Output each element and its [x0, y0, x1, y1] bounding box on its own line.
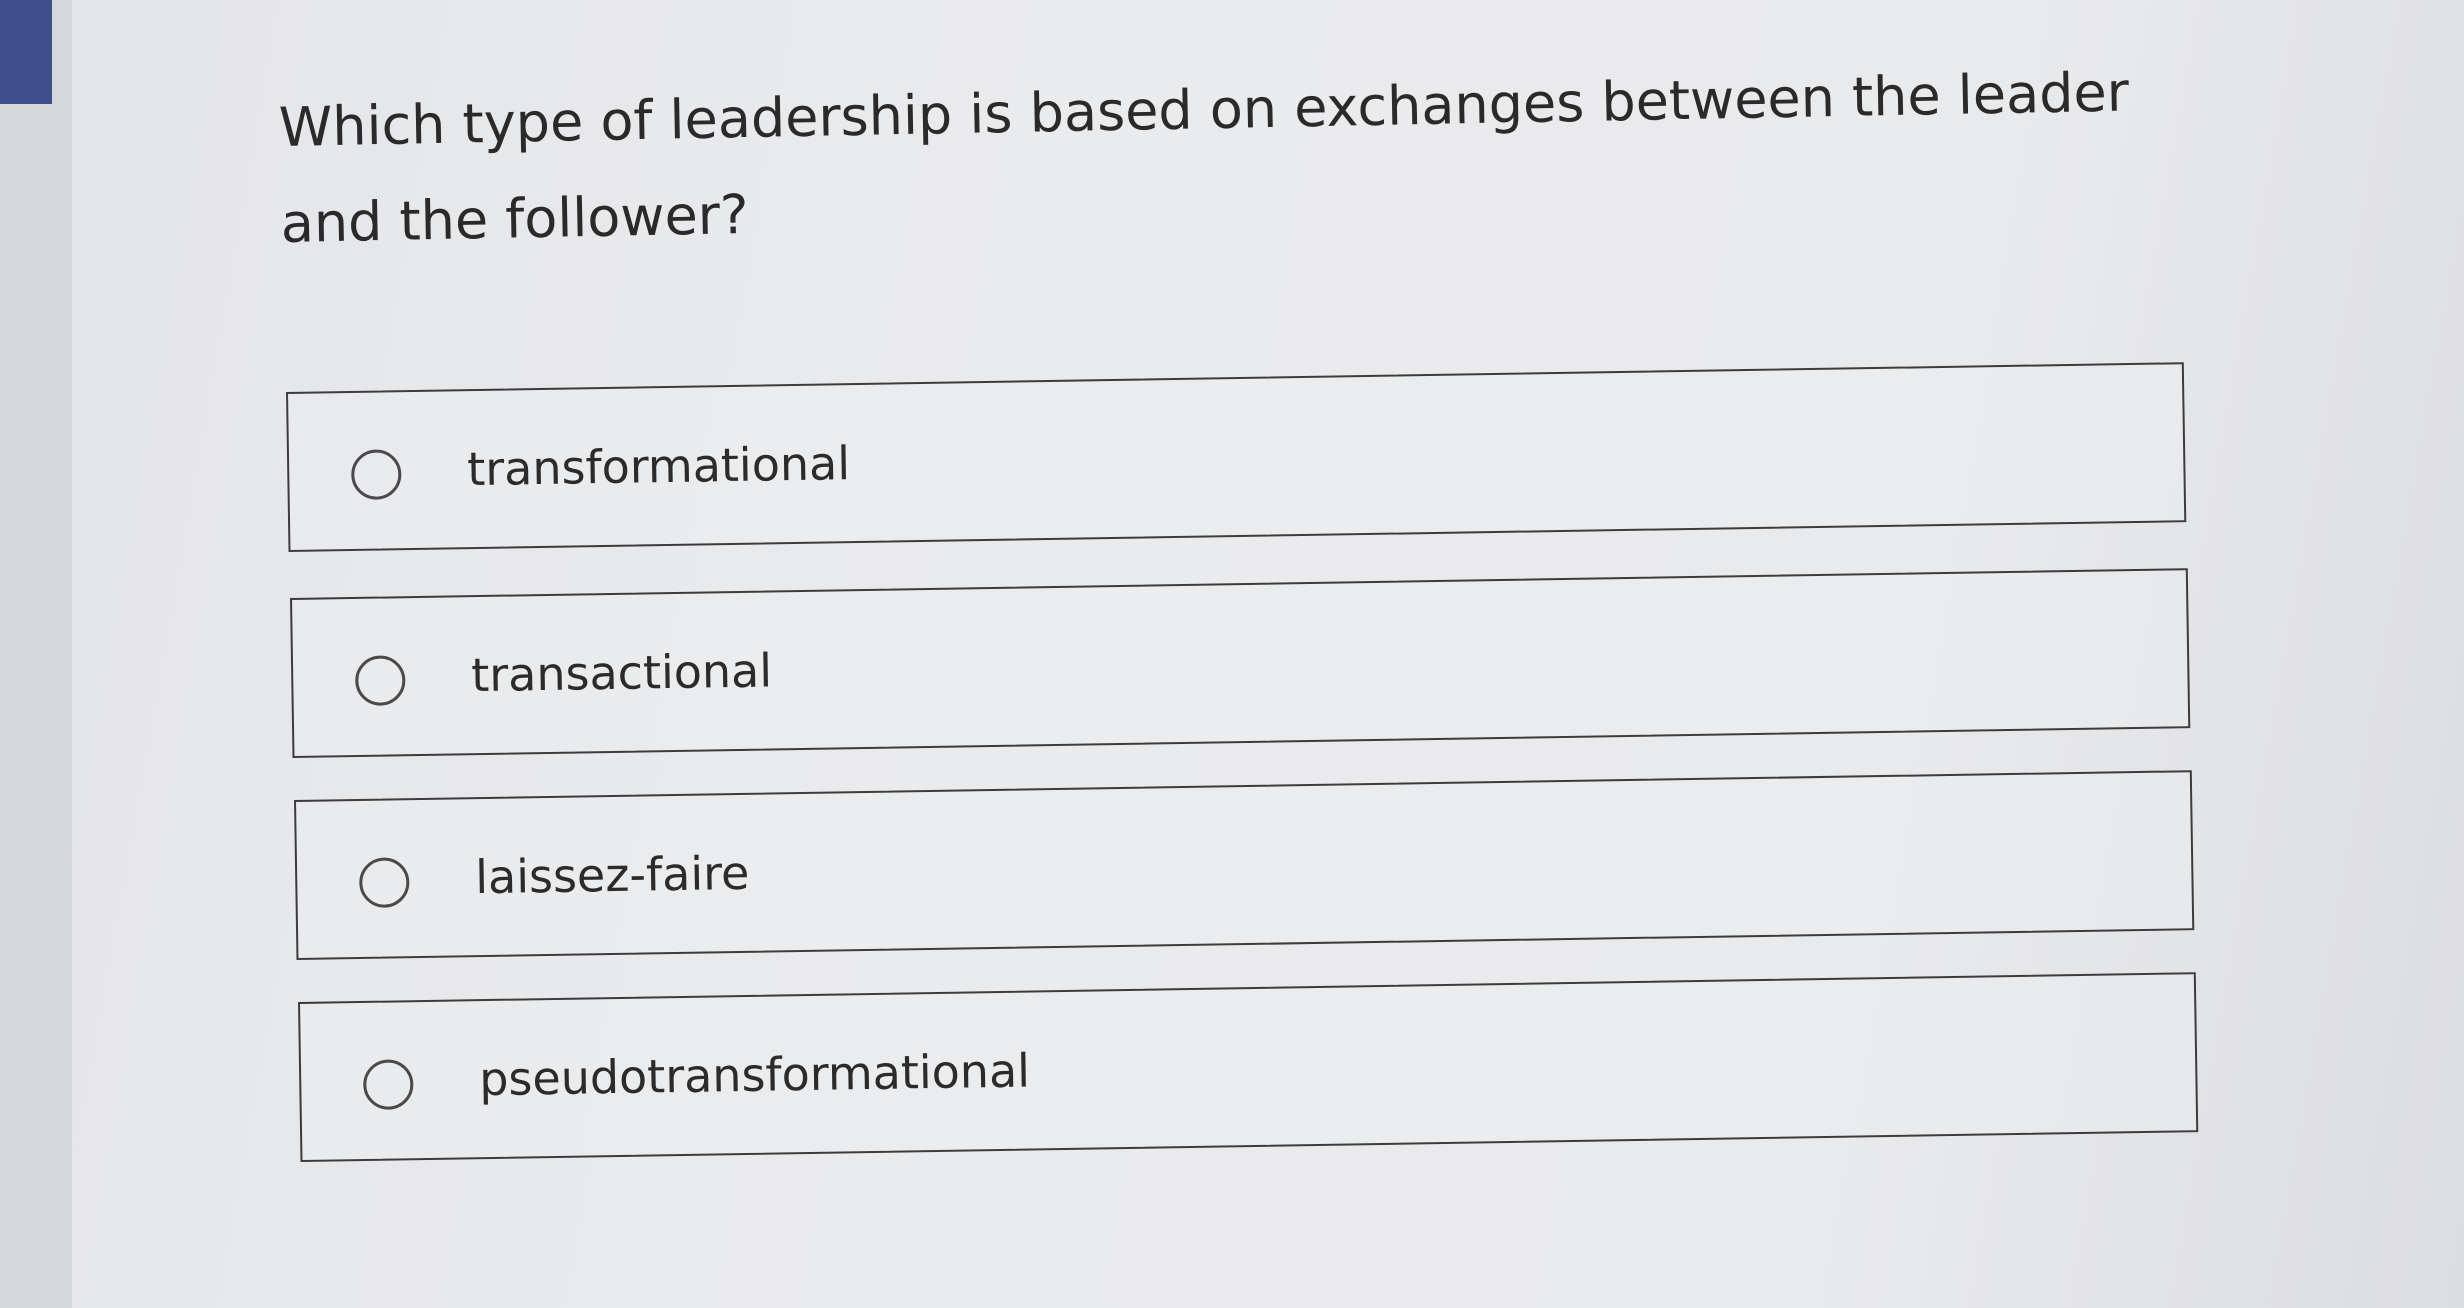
question-text: Which type of leadership is based on exc…: [278, 60, 2130, 255]
option-pseudotransformational[interactable]: pseudotransformational: [298, 972, 2199, 1162]
option-transformational[interactable]: transformational: [286, 362, 2187, 552]
option-label: transformational: [466, 436, 851, 497]
option-label: transactional: [470, 643, 773, 703]
option-laissez-faire[interactable]: laissez-faire: [294, 770, 2195, 960]
option-label: pseudotransformational: [478, 1043, 1031, 1107]
radio-button-icon[interactable]: [362, 1059, 414, 1110]
option-transactional[interactable]: transactional: [290, 568, 2191, 758]
radio-button-icon[interactable]: [358, 857, 410, 908]
left-sidebar-strip: [0, 0, 72, 1308]
radio-button-icon[interactable]: [350, 449, 402, 500]
left-accent-tab: [0, 0, 52, 104]
option-label: laissez-faire: [474, 845, 750, 905]
radio-button-icon[interactable]: [354, 655, 406, 706]
